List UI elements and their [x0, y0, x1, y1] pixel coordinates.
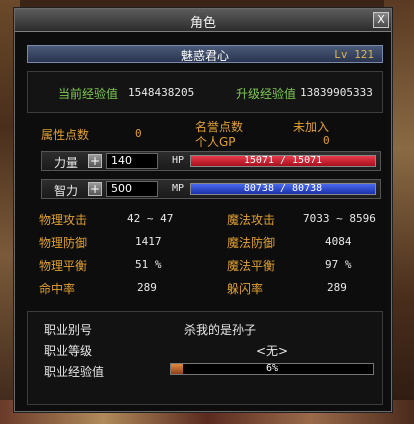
next-exp-value: 13839905333: [300, 86, 373, 99]
job-exp-label: 职业经验值: [44, 365, 105, 379]
magic-attack-label: 魔法攻击: [227, 213, 276, 227]
magic-defense-label: 魔法防御: [227, 236, 276, 250]
gp-label: 个人GP: [195, 135, 236, 149]
hp-label: HP: [172, 155, 185, 166]
attr-points-value: 0: [135, 127, 142, 140]
strength-label: 力量: [54, 156, 79, 170]
strength-value: 140: [106, 153, 158, 169]
evasion-rate-value: 289: [327, 281, 347, 294]
magic-balance-label: 魔法平衡: [227, 259, 276, 273]
evasion-rate-label: 躲闪率: [227, 282, 264, 296]
job-grade-value: <无>: [256, 344, 289, 358]
character-window: 角色 X 魅惑君心 Lv 121 当前经验值 1548438205 升级经验值 …: [14, 8, 392, 412]
close-button[interactable]: X: [373, 12, 389, 28]
intellect-row: 智力 + 500 MP 80738 / 80738: [41, 179, 381, 199]
character-level: Lv 121: [334, 48, 374, 61]
character-name: 魅惑君心: [180, 49, 229, 63]
phys-attack-value: 42 ~ 47: [127, 212, 174, 225]
hp-bar: 15071 / 15071: [190, 155, 376, 167]
phys-defense-value: 1417: [135, 235, 162, 248]
job-alias-value: 杀我的是孙子: [184, 323, 257, 337]
job-panel: 职业别号 杀我的是孙子 职业等级 <无> 职业经验值 6%: [27, 311, 383, 405]
strength-plus-button[interactable]: +: [88, 154, 102, 168]
job-exp-text: 6%: [265, 363, 279, 374]
attr-points-label: 属性点数: [41, 128, 90, 142]
current-exp-value: 1548438205: [128, 86, 195, 99]
job-alias-label: 职业别号: [44, 323, 93, 337]
strength-row: 力量 + 140 HP 15071 / 15071: [41, 151, 381, 171]
phys-balance-label: 物理平衡: [39, 259, 88, 273]
phys-balance-value: 51 %: [135, 258, 162, 271]
magic-defense-value: 4084: [325, 235, 352, 248]
gp-value: 0: [323, 134, 330, 147]
hit-rate-value: 289: [137, 281, 157, 294]
mp-text: 80738 / 80738: [243, 183, 323, 194]
intellect-plus-button[interactable]: +: [88, 182, 102, 196]
character-name-bar: 魅惑君心 Lv 121: [27, 45, 383, 63]
phys-attack-label: 物理攻击: [39, 213, 88, 227]
mp-bar: 80738 / 80738: [190, 183, 376, 195]
guild-status: 未加入: [293, 120, 330, 134]
hit-rate-label: 命中率: [39, 282, 76, 296]
mp-label: MP: [172, 183, 185, 194]
current-exp-label: 当前经验值: [58, 87, 119, 101]
next-exp-label: 升级经验值: [236, 87, 297, 101]
phys-defense-label: 物理防御: [39, 236, 88, 250]
title-bar[interactable]: 角色 X: [15, 9, 391, 32]
hp-text: 15071 / 15071: [243, 155, 323, 166]
magic-attack-value: 7033 ~ 8596: [303, 212, 376, 225]
job-exp-bar: 6%: [170, 363, 374, 375]
intellect-value: 500: [106, 181, 158, 197]
window-title: 角色: [189, 16, 216, 31]
magic-balance-value: 97 %: [325, 258, 352, 271]
intellect-label: 智力: [54, 184, 79, 198]
job-grade-label: 职业等级: [44, 344, 93, 358]
experience-panel: 当前经验值 1548438205 升级经验值 13839905333: [27, 71, 383, 113]
